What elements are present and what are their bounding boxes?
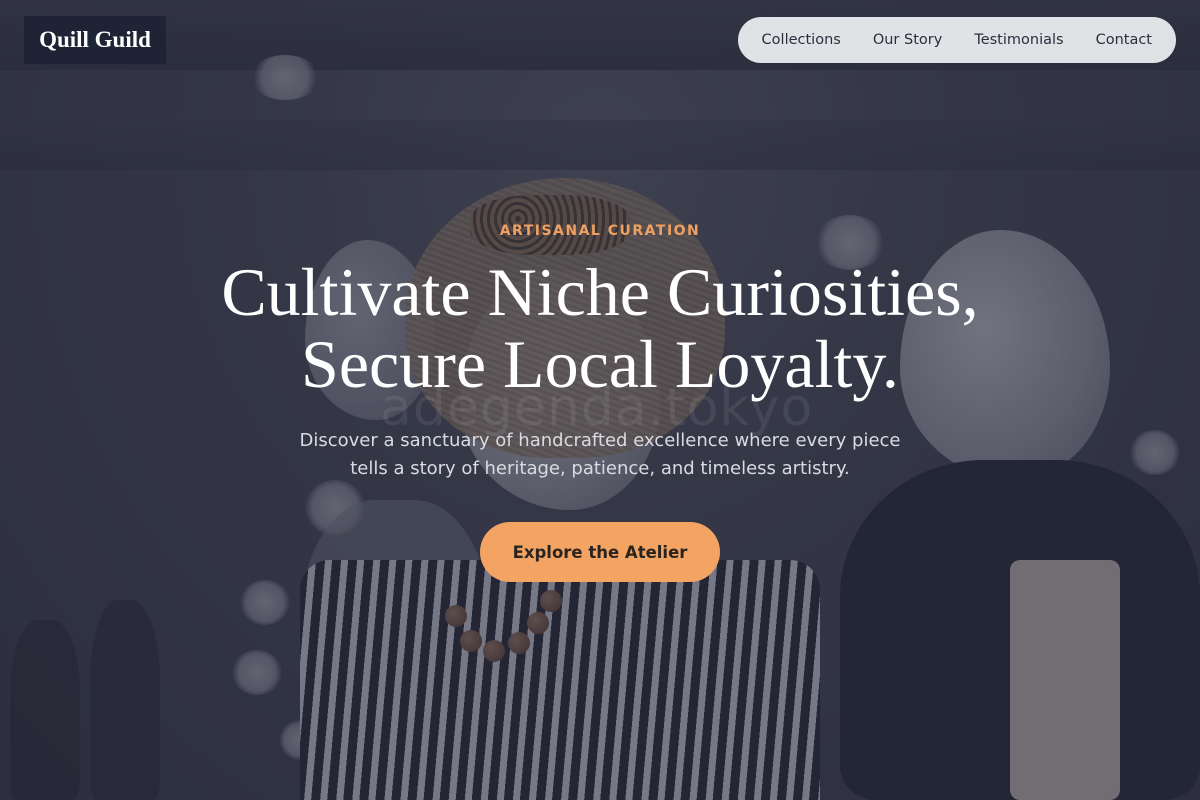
brand-logo[interactable]: Quill Guild	[24, 16, 166, 64]
nav-link-collections[interactable]: Collections	[762, 32, 841, 48]
hero-headline-line-2: Secure Local Loyalty.	[301, 326, 899, 402]
main-nav: Collections Our Story Testimonials Conta…	[737, 17, 1176, 63]
hero-headline: Cultivate Niche Curiosities, Secure Loca…	[0, 256, 1200, 400]
hero-subtext-line-1: Discover a sanctuary of handcrafted exce…	[299, 430, 901, 451]
nav-link-contact[interactable]: Contact	[1096, 32, 1152, 48]
explore-atelier-button[interactable]: Explore the Atelier	[480, 522, 720, 582]
hero-subtext: Discover a sanctuary of handcrafted exce…	[0, 427, 1200, 483]
nav-link-our-story[interactable]: Our Story	[873, 32, 942, 48]
hero-headline-line-1: Cultivate Niche Curiosities,	[221, 254, 979, 330]
hero-eyebrow: ARTISANAL CURATION	[499, 223, 701, 239]
hero-subtext-line-2: tells a story of heritage, patience, and…	[350, 458, 850, 479]
nav-link-testimonials[interactable]: Testimonials	[974, 32, 1063, 48]
